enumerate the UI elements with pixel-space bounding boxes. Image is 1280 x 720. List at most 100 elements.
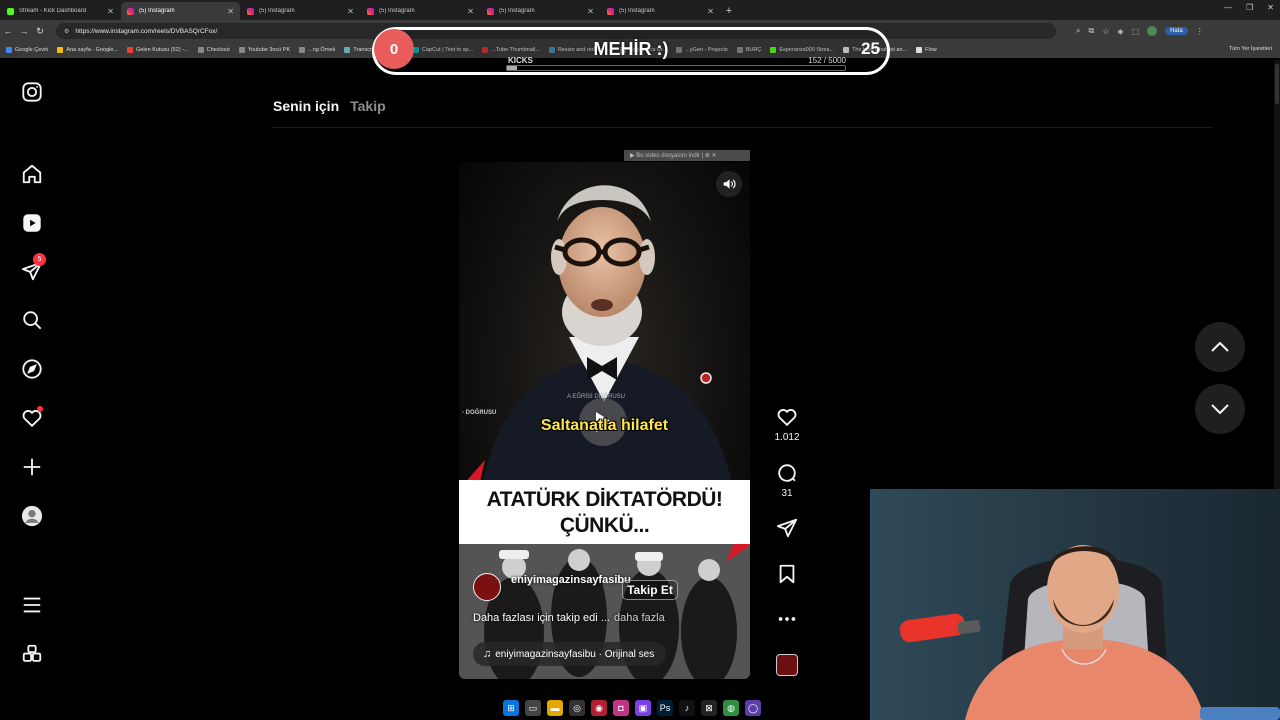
browser-tab[interactable]: (5) Instagram ✕ — [481, 2, 600, 20]
bookmark-favicon-icon — [299, 47, 306, 53]
bookmark-item[interactable]: Youtube 3ncü PK — [238, 47, 290, 53]
video-download-chip[interactable]: ▶ Bu video dosyasını indir | ⊗ ✕ — [624, 150, 750, 161]
bookmark-save-icon[interactable] — [776, 563, 798, 585]
minimize-icon[interactable]: — — [1224, 3, 1232, 12]
app-icon-active[interactable]: ▣ — [635, 700, 651, 716]
app-icon[interactable]: ⊠ — [701, 700, 717, 716]
account-avatar[interactable] — [1147, 26, 1158, 36]
reel-caption: Daha fazlası için takip edi ... daha fazl… — [473, 612, 665, 624]
chrome-icon[interactable]: ◍ — [723, 700, 739, 716]
forward-icon[interactable]: → — [16, 26, 32, 36]
also-from-meta-icon[interactable] — [19, 641, 45, 667]
close-tab-icon[interactable]: ✕ — [587, 7, 594, 16]
bookmark-label: Ana sayfa - Google... — [66, 47, 118, 53]
like-heart-icon[interactable] — [776, 406, 798, 428]
browser-tab[interactable]: (5) Instagram ✕ — [241, 2, 360, 20]
reel-author: eniyimagazinsayfasibu — [473, 573, 631, 601]
follow-button[interactable]: Takip Et — [622, 580, 678, 600]
tab-following[interactable]: Takip — [350, 98, 386, 114]
maximize-icon[interactable]: ❐ — [1246, 3, 1253, 12]
tiktok-icon[interactable]: ♪ — [679, 700, 695, 716]
menu-kebab-icon[interactable]: ⋮ — [1196, 27, 1204, 36]
close-tab-icon[interactable]: ✕ — [707, 7, 714, 16]
bookmark-item[interactable]: Gelen Kutusu (52) -... — [127, 47, 189, 53]
reload-icon[interactable]: ↻ — [32, 26, 48, 37]
screen: Stream - Kick Dashboard ✕ (5) Instagram … — [0, 0, 1280, 720]
back-icon[interactable]: ← — [0, 26, 16, 36]
audio-thumbnail[interactable] — [776, 654, 798, 676]
explore-compass-icon[interactable] — [19, 356, 45, 382]
bookmark-item[interactable]: Flow — [916, 47, 937, 53]
instagram-favicon-icon — [247, 7, 254, 15]
comment-count: 31 — [781, 488, 793, 499]
file-explorer-icon[interactable]: ▬ — [547, 700, 563, 716]
zoom-icon[interactable]: ⌕ — [1076, 26, 1080, 36]
browser-tab[interactable]: Stream - Kick Dashboard ✕ — [1, 2, 120, 20]
close-tab-icon[interactable]: ✕ — [107, 7, 114, 16]
browser-tab[interactable]: (5) Instagram ✕ — [601, 2, 720, 20]
bookmark-item[interactable]: Checkout — [197, 47, 230, 53]
caption-text: Daha fazlası için takip edi ... — [473, 612, 610, 624]
reel-video[interactable]: - DOĞRUSU A EĞRİSİ DOĞRUSU Saltanatla hi… — [459, 162, 750, 679]
browser-tab[interactable]: (5) Instagram ✕ — [361, 2, 480, 20]
app-icon[interactable]: ◉ — [591, 700, 607, 716]
app-icon[interactable]: ◯ — [745, 700, 761, 716]
close-window-icon[interactable]: ✕ — [1267, 3, 1274, 12]
bookmark-item[interactable]: ...ng Örnek — [299, 47, 335, 53]
kicks-label: KICKS — [508, 56, 533, 65]
author-username[interactable]: eniyimagazinsayfasibu — [511, 573, 631, 587]
original-audio-link[interactable]: ♫ eniyimagazinsayfasibu · Orijinal ses — [473, 642, 667, 666]
messages-icon[interactable]: 5 — [19, 253, 46, 284]
notifications-heart-icon[interactable] — [19, 405, 45, 431]
bookmark-item[interactable]: Ana sayfa - Google... — [57, 47, 118, 53]
scrollbar-thumb[interactable] — [1275, 64, 1279, 104]
mute-toggle-button[interactable] — [716, 171, 742, 197]
tab-for-you[interactable]: Senin için — [273, 98, 339, 114]
app-icon[interactable]: ◎ — [569, 700, 585, 716]
close-tab-icon[interactable]: ✕ — [227, 7, 234, 16]
bookmark-star-icon[interactable]: ☆ — [1102, 27, 1109, 36]
feed-divider — [273, 127, 1213, 128]
create-plus-icon[interactable] — [19, 454, 45, 480]
site-info-icon[interactable]: ⚙ — [64, 28, 69, 35]
instagram-sidebar: 5 — [0, 60, 64, 700]
bookmark-item[interactable]: Google Çeviri — [6, 47, 48, 53]
more-dots-icon[interactable] — [776, 612, 798, 626]
windows-start-icon[interactable]: ⊞ — [503, 700, 519, 716]
video-headline: ATATÜRK DİKTATÖRDÜ! ÇÜNKÜ... — [459, 480, 750, 544]
profile-avatar[interactable] — [19, 503, 45, 529]
home-icon[interactable] — [19, 161, 45, 187]
more-menu-icon[interactable] — [19, 592, 45, 618]
profile-chip[interactable]: Hata — [1165, 27, 1188, 35]
headline-line-1: ATATÜRK DİKTATÖRDÜ! — [486, 488, 723, 511]
extension-icon[interactable]: ◈ — [1117, 27, 1123, 36]
instagram-logo-icon[interactable] — [19, 79, 45, 105]
instagram-favicon-icon — [487, 7, 494, 15]
all-bookmarks-folder[interactable]: Tüm Yer İşaretleri — [1229, 46, 1272, 52]
like-action: 1.012 — [774, 406, 800, 443]
install-app-icon[interactable]: ⧉ — [1088, 26, 1094, 36]
close-tab-icon[interactable]: ✕ — [467, 7, 474, 16]
task-view-icon[interactable]: ▭ — [525, 700, 541, 716]
bookmark-label: ...ng Örnek — [308, 47, 336, 53]
save-action — [775, 563, 799, 585]
new-tab-icon[interactable]: + — [720, 2, 738, 20]
caption-more-link[interactable]: daha fazla — [614, 612, 665, 624]
reels-icon[interactable] — [19, 210, 45, 236]
search-icon[interactable] — [19, 307, 45, 333]
kicks-count: 152 / 5000 — [808, 56, 846, 65]
extensions-puzzle-icon[interactable]: ⬚ — [1132, 27, 1140, 36]
browser-tab-active[interactable]: (5) Instagram ✕ — [121, 2, 240, 20]
photoshop-icon[interactable]: Ps — [657, 700, 673, 716]
previous-reel-button[interactable] — [1195, 322, 1245, 372]
like-count: 1.012 — [774, 432, 800, 443]
comment-bubble-icon[interactable] — [776, 462, 798, 484]
next-reel-button[interactable] — [1195, 384, 1245, 434]
chevron-down-icon — [1211, 404, 1229, 414]
bookmark-favicon-icon — [6, 47, 12, 53]
close-tab-icon[interactable]: ✕ — [347, 7, 354, 16]
kick-favicon-icon — [7, 7, 14, 15]
author-avatar[interactable] — [473, 573, 501, 601]
instagram-taskbar-icon[interactable]: ◘ — [613, 700, 629, 716]
share-send-icon[interactable] — [776, 517, 798, 539]
